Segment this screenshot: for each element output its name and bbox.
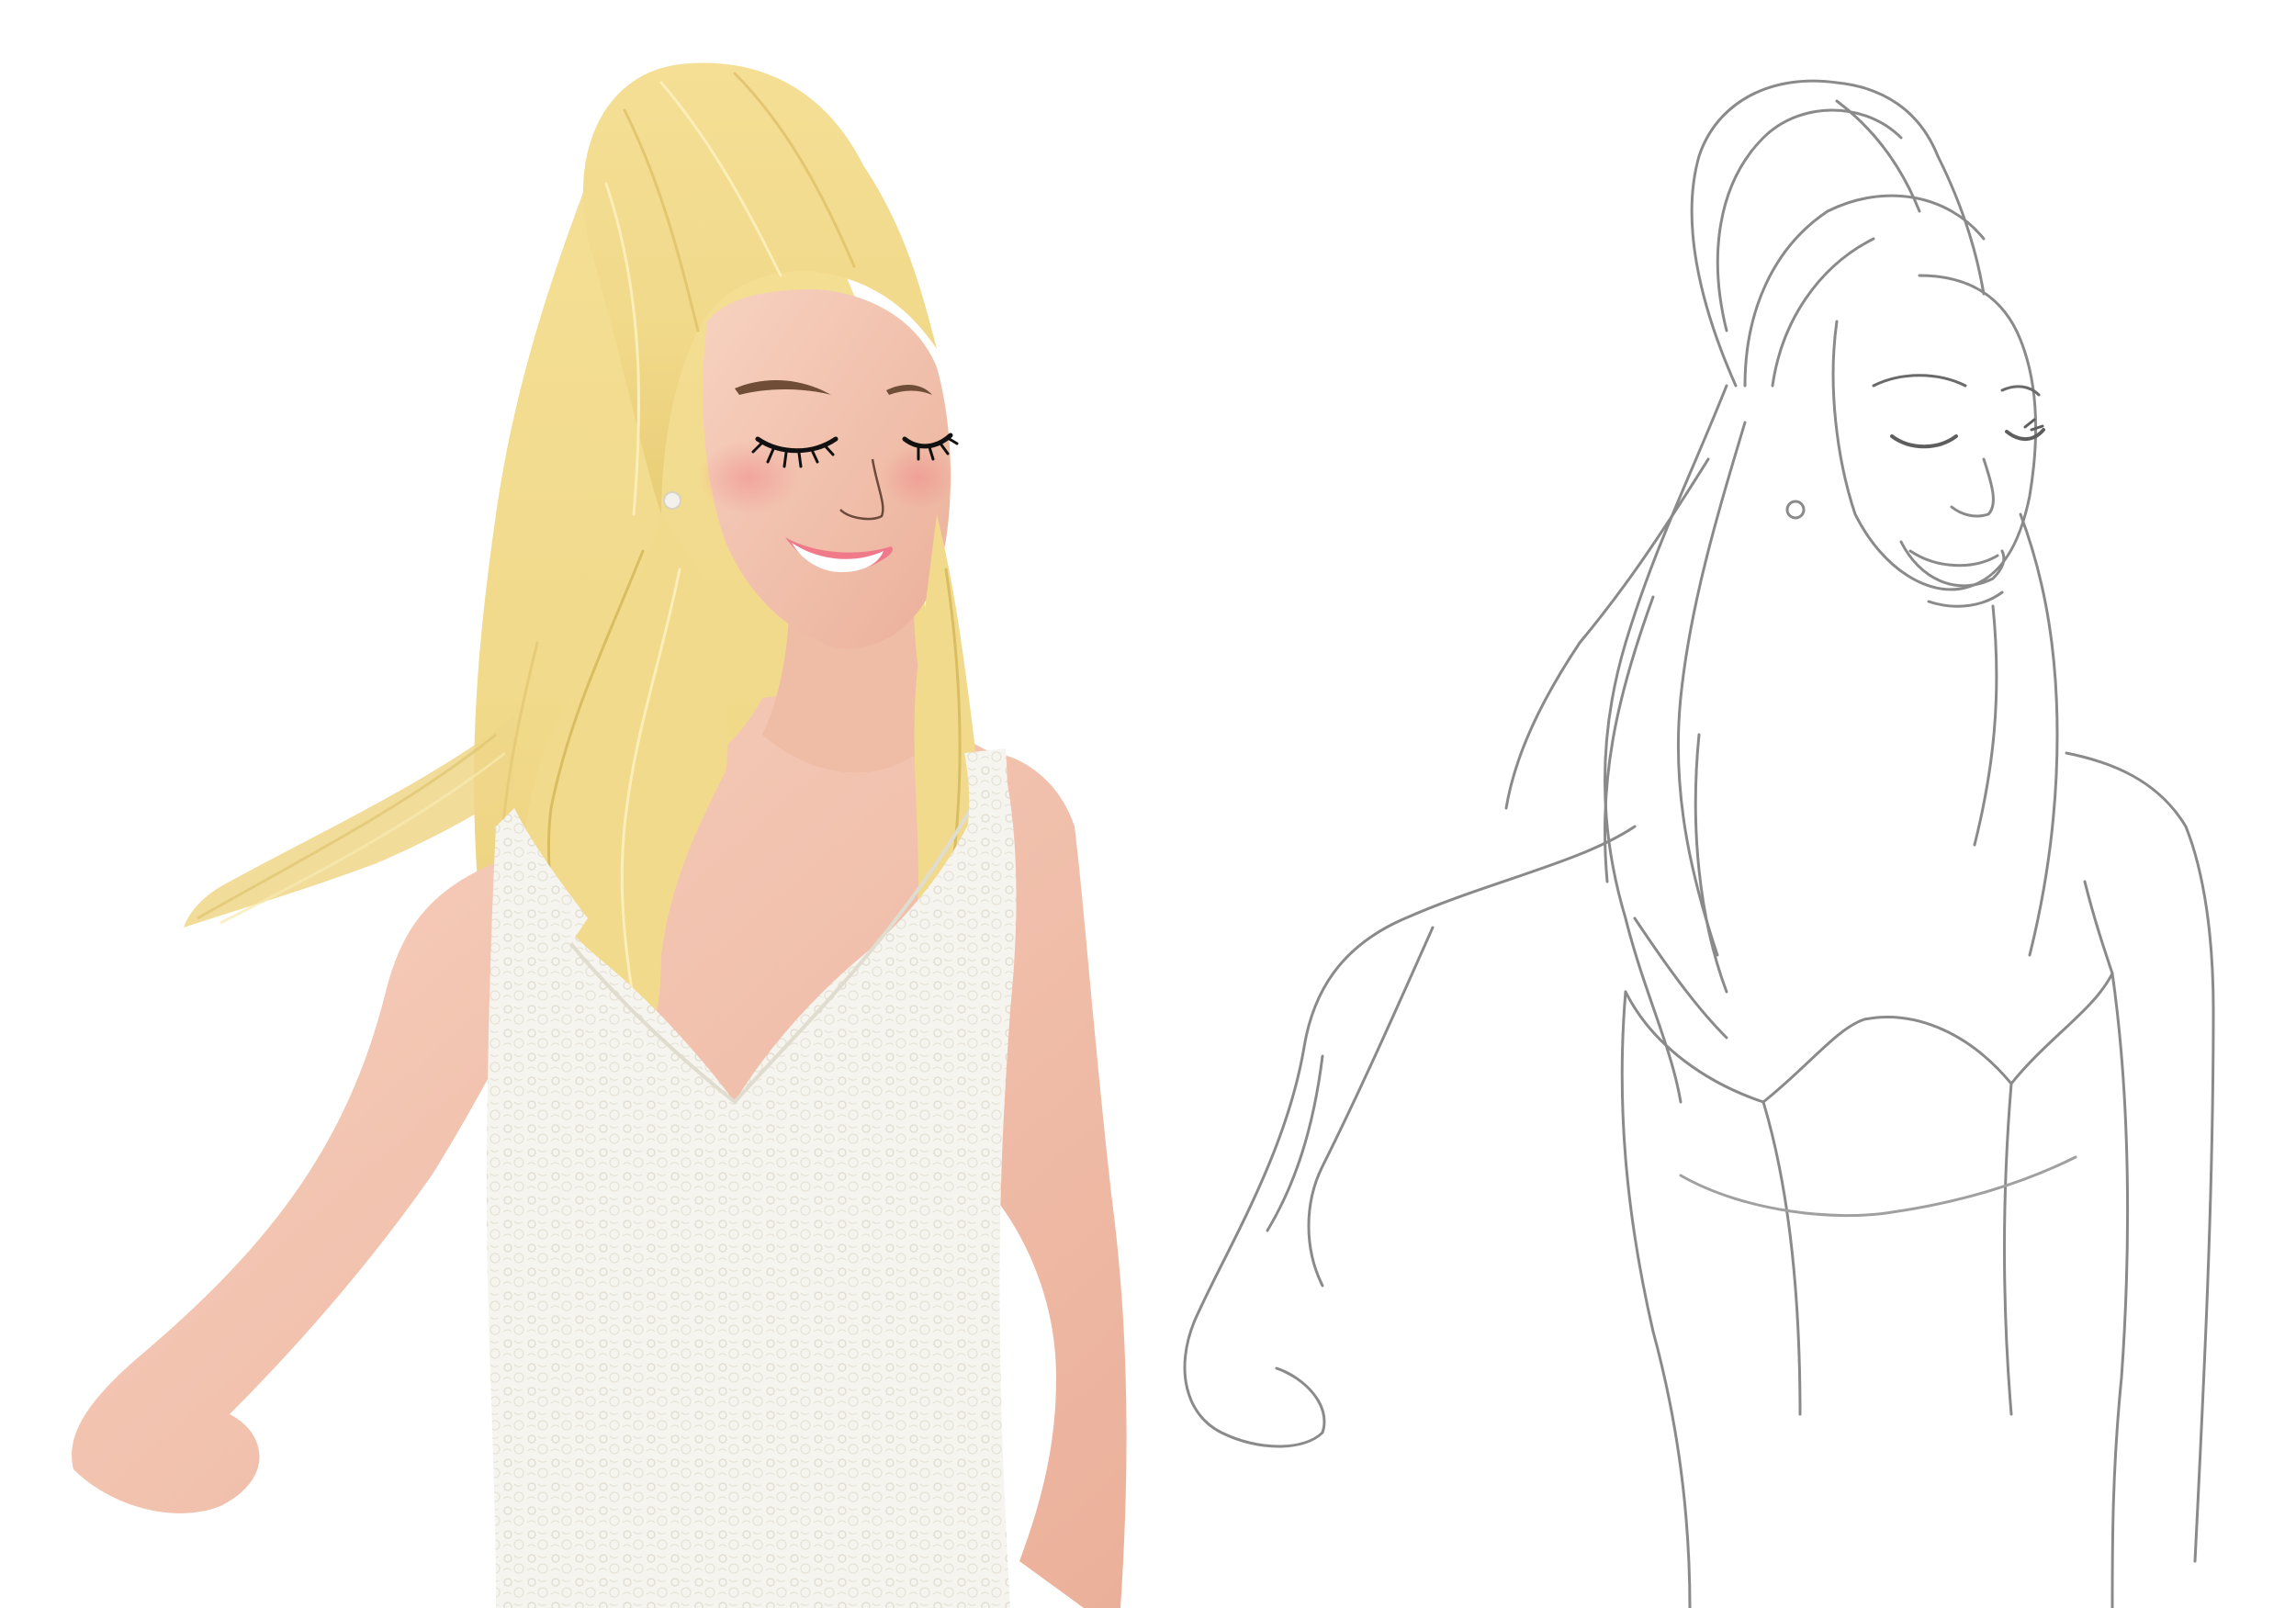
sketch-hair-left	[1604, 384, 1728, 1104]
sketch-body	[1183, 825, 1637, 1448]
pearl-earring	[663, 491, 681, 510]
artwork-svg	[72, 62, 2215, 1608]
sketch-eye-left	[1890, 434, 1958, 449]
sketch-hair-right	[2019, 512, 2059, 957]
artwork-canvas	[0, 0, 2296, 1608]
sketch-eyebrow-left	[1872, 374, 1967, 388]
sketch-smile	[1899, 540, 2006, 588]
sketch-earring	[1785, 500, 1806, 520]
sketch-eye-right	[2005, 428, 2045, 441]
pencil-sketch	[1183, 79, 2215, 1608]
colored-illustration	[72, 62, 1127, 1608]
sketch-dress	[1624, 972, 2114, 1104]
sketch-hair-top	[1690, 79, 1986, 388]
sketch-nose	[1950, 457, 1995, 518]
